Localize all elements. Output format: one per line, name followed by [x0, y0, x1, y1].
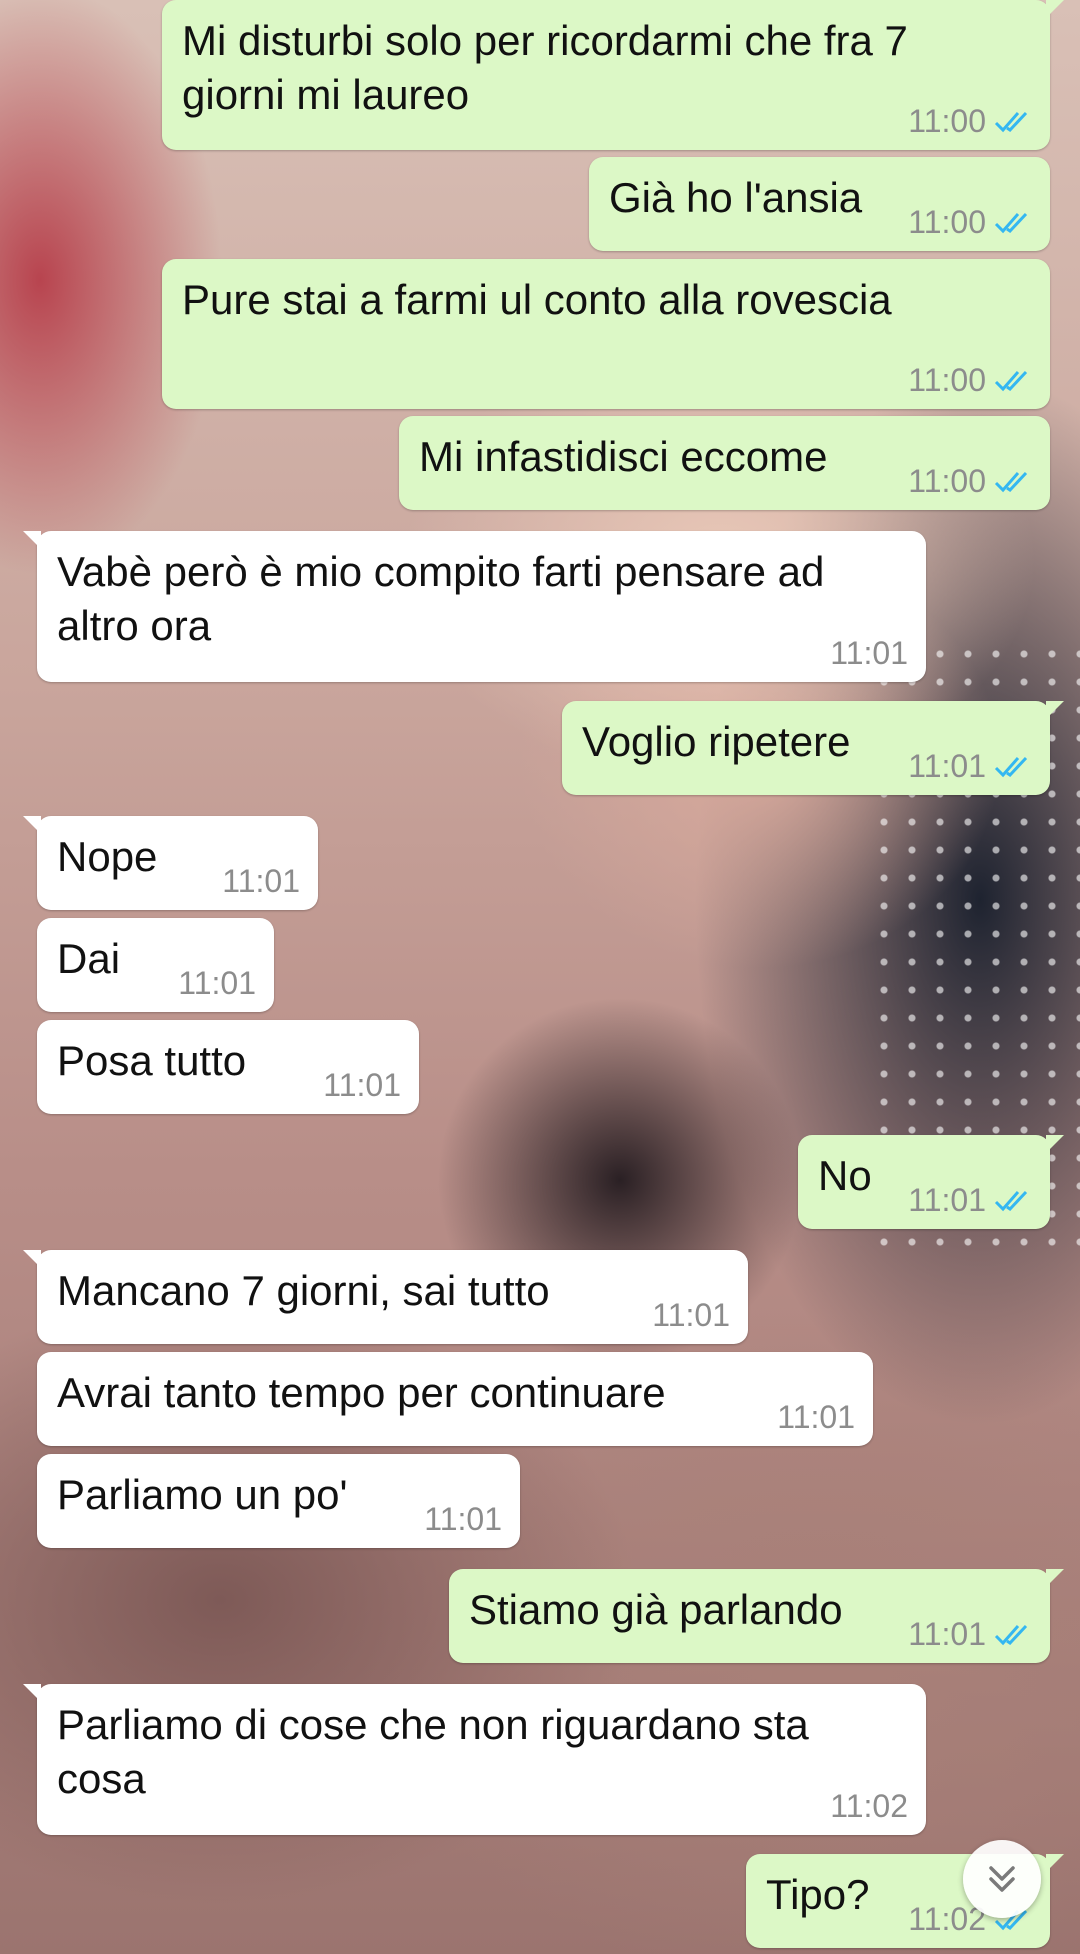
message-text: Tipo?: [766, 1871, 870, 1918]
read-receipt-icon: [994, 1624, 1028, 1645]
message-time: 11:01: [222, 863, 300, 899]
message-text: Posa tutto: [57, 1037, 247, 1084]
message-time: 11:01: [652, 1297, 730, 1333]
message-time: 11:01: [323, 1067, 401, 1103]
message-time: 11:00: [908, 103, 986, 139]
message-time: 11:01: [424, 1501, 502, 1537]
incoming-message[interactable]: Mancano 7 giorni, sai tutto 11:01: [23, 1250, 748, 1344]
incoming-message[interactable]: Parliamo un po' 11:01: [37, 1454, 520, 1548]
message-time: 11:00: [908, 362, 986, 398]
message-text: Dai: [57, 935, 121, 982]
message-text: Mi infastidisci eccome: [419, 433, 828, 480]
outgoing-message[interactable]: Stiamo già parlando 11:01: [449, 1569, 1064, 1663]
outgoing-message[interactable]: Mi disturbi solo per ricordarmi che fra …: [162, 0, 1064, 150]
read-receipt-icon: [994, 756, 1028, 777]
message-time: 11:01: [908, 1616, 986, 1652]
outgoing-message[interactable]: Già ho l'ansia 11:00: [589, 157, 1050, 251]
scroll-to-bottom-button[interactable]: [963, 1840, 1041, 1918]
message-time: 11:01: [908, 1182, 986, 1218]
message-time: 11:01: [908, 748, 986, 784]
read-receipt-icon: [994, 471, 1028, 492]
message-time: 11:01: [178, 965, 256, 1001]
message-text: Parliamo un po': [57, 1471, 348, 1518]
read-receipt-icon: [994, 111, 1028, 132]
read-receipt-icon: [994, 1190, 1028, 1211]
outgoing-message[interactable]: Pure stai a farmi ul conto alla rovescia…: [162, 259, 1050, 409]
message-time: 11:01: [777, 1399, 855, 1435]
read-receipt-icon: [994, 370, 1028, 391]
incoming-message[interactable]: Parliamo di cose che non riguardano sta …: [23, 1684, 926, 1835]
message-text: Vabè però è mio compito farti pensare ad…: [57, 548, 825, 649]
message-time: 11:00: [908, 204, 986, 240]
incoming-message[interactable]: Dai 11:01: [37, 918, 274, 1012]
message-text: Già ho l'ansia: [609, 174, 863, 221]
message-time: 11:01: [830, 635, 908, 671]
message-text: Avrai tanto tempo per continuare: [57, 1369, 666, 1416]
message-text: Mancano 7 giorni, sai tutto: [57, 1267, 550, 1314]
message-text: Mi disturbi solo per ricordarmi che fra …: [182, 17, 908, 118]
message-text: Stiamo già parlando: [469, 1586, 843, 1633]
outgoing-message[interactable]: Voglio ripetere 11:01: [562, 701, 1064, 795]
outgoing-message[interactable]: No 11:01: [798, 1135, 1064, 1229]
message-text: Voglio ripetere: [582, 718, 851, 765]
incoming-message[interactable]: Nope 11:01: [23, 816, 318, 910]
incoming-message[interactable]: Avrai tanto tempo per continuare 11:01: [37, 1352, 873, 1446]
incoming-message[interactable]: Vabè però è mio compito farti pensare ad…: [23, 531, 926, 682]
outgoing-message[interactable]: Mi infastidisci eccome 11:00: [399, 416, 1050, 510]
message-time: 11:00: [908, 463, 986, 499]
read-receipt-icon: [994, 212, 1028, 233]
message-time: 11:02: [830, 1788, 908, 1824]
message-text: Nope: [57, 833, 158, 880]
double-chevron-down-icon: [989, 1866, 1015, 1892]
message-text: Pure stai a farmi ul conto alla rovescia: [182, 276, 892, 323]
incoming-message[interactable]: Posa tutto 11:01: [37, 1020, 419, 1114]
message-text: No: [818, 1152, 872, 1199]
message-text: Parliamo di cose che non riguardano sta …: [57, 1701, 809, 1802]
